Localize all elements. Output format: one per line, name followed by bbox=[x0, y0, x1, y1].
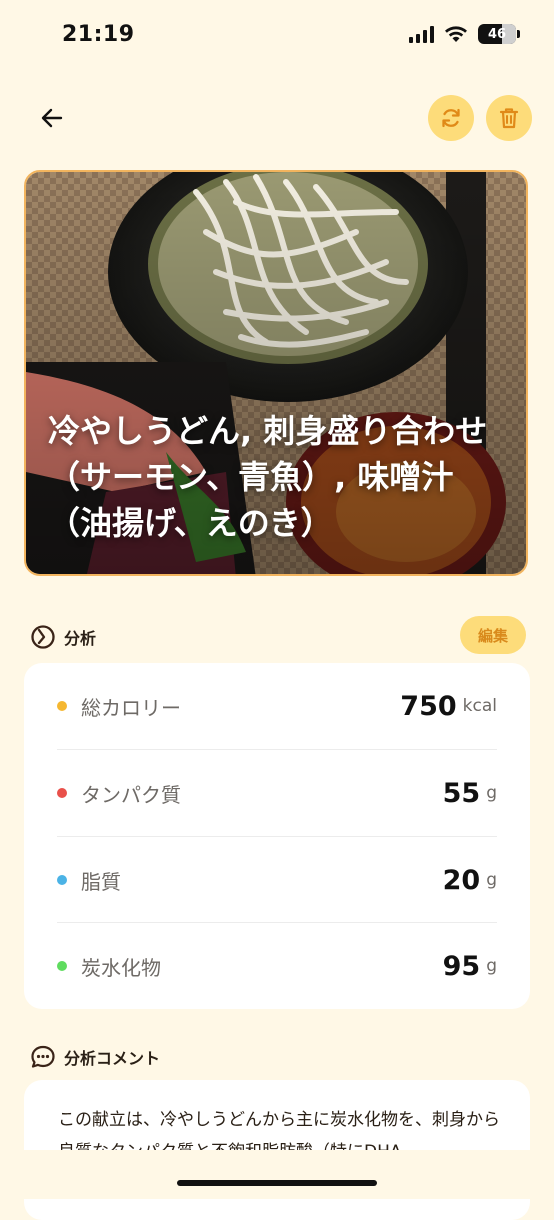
nutrition-name: 脂質 bbox=[81, 869, 121, 894]
nutrition-unit: g bbox=[486, 783, 497, 803]
status-bar: 21:19 46 bbox=[0, 0, 554, 70]
comment-section-header: 分析コメント bbox=[30, 1044, 160, 1070]
status-time: 21:19 bbox=[62, 22, 135, 47]
edit-button[interactable]: 編集 bbox=[460, 616, 526, 654]
nutrition-value: 55 bbox=[442, 777, 481, 809]
nutrition-name: タンパク質 bbox=[81, 782, 181, 807]
battery-level: 46 bbox=[487, 26, 507, 42]
nutrition-name: 総カロリー bbox=[81, 695, 181, 720]
nutrition-name: 炭水化物 bbox=[81, 955, 161, 980]
analysis-label: 分析 bbox=[64, 629, 97, 648]
gauge-icon bbox=[31, 625, 55, 649]
battery-icon: 46 bbox=[478, 24, 520, 44]
nutrition-unit: g bbox=[486, 956, 497, 976]
analysis-section-header: 分析 bbox=[30, 624, 96, 650]
chat-bubble-icon bbox=[31, 1045, 55, 1068]
back-button[interactable] bbox=[30, 96, 74, 140]
nutrition-row-carbs: 炭水化物 95 g bbox=[57, 923, 497, 1009]
home-indicator[interactable] bbox=[177, 1180, 377, 1186]
nutrition-card: 総カロリー 750 kcal タンパク質 55 g 脂質 20 g 炭水化物 9… bbox=[24, 663, 530, 1009]
trash-icon bbox=[499, 108, 519, 129]
nutrition-row-protein: タンパク質 55 g bbox=[57, 750, 497, 836]
meal-photo: 冷やしうどん, 刺身盛り合わせ（サーモン、青魚）, 味噌汁（油揚げ、えのき） bbox=[24, 170, 528, 576]
nutrition-value: 750 bbox=[400, 690, 457, 722]
refresh-icon bbox=[442, 108, 460, 128]
nutrition-value: 20 bbox=[442, 864, 481, 896]
meal-title: 冷やしうどん, 刺身盛り合わせ（サーモン、青魚）, 味噌汁（油揚げ、えのき） bbox=[48, 412, 488, 542]
arrow-left-icon bbox=[41, 108, 63, 128]
wifi-icon bbox=[445, 26, 467, 42]
comment-label: 分析コメント bbox=[64, 1049, 161, 1068]
nutrition-unit: kcal bbox=[462, 696, 497, 716]
fat-dot-icon bbox=[57, 875, 67, 885]
delete-button[interactable] bbox=[486, 95, 532, 141]
cellular-signal-icon bbox=[409, 25, 434, 43]
nutrition-row-fat: 脂質 20 g bbox=[57, 837, 497, 923]
calories-dot-icon bbox=[57, 701, 67, 711]
nutrition-value: 95 bbox=[442, 950, 481, 982]
bottom-fade bbox=[0, 1150, 554, 1199]
status-icons: 46 bbox=[409, 24, 520, 44]
carbs-dot-icon bbox=[57, 961, 67, 971]
protein-dot-icon bbox=[57, 788, 67, 798]
nutrition-row-calories: 総カロリー 750 kcal bbox=[57, 663, 497, 749]
nutrition-unit: g bbox=[486, 870, 497, 890]
refresh-button[interactable] bbox=[428, 95, 474, 141]
